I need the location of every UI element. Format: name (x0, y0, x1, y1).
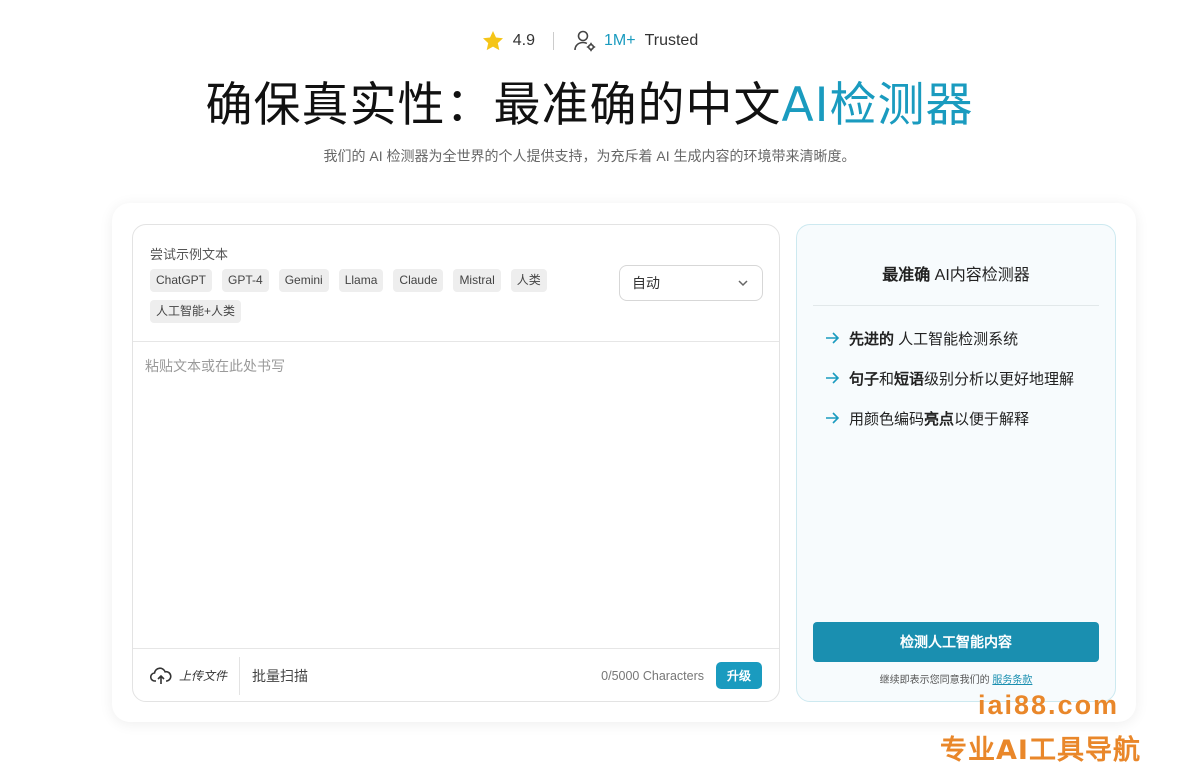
sample-text-label: 尝试示例文本 (150, 247, 229, 262)
feature-item: 句子和短语级别分析以更好地理解 (824, 368, 1074, 388)
feature-item: 用颜色编码亮点以便于解释 (824, 408, 1074, 428)
feature-text: 句子和短语级别分析以更好地理解 (849, 368, 1074, 389)
sidebar-title-rest: AI内容检测器 (930, 267, 1030, 284)
terms-text: 继续即表示您同意我们的 (879, 675, 990, 686)
sample-chip-llama[interactable]: Llama (338, 269, 384, 292)
page-subtitle: 我们的 AI 检测器为全世界的个人提供支持，为充斥着 AI 生成内容的环境带来清… (323, 148, 856, 164)
feature-rest: 和 (879, 370, 895, 388)
rating-score: 4.9 (512, 32, 535, 49)
trusted-label: Trusted (644, 32, 699, 49)
feature-rest: 人工智能检测系统 (894, 330, 1019, 348)
sample-chips: ChatGPT GPT-4 Gemini Llama Claude Mistra… (150, 269, 590, 323)
text-input[interactable] (133, 342, 779, 648)
feature-bold: 句子 (849, 370, 880, 388)
upgrade-button[interactable]: 升级 (715, 662, 762, 689)
feature-text: 用颜色编码亮点以便于解释 (849, 408, 1029, 429)
terms-notice: 继续即表示您同意我们的 服务条款 (797, 671, 1115, 686)
watermark-domain: iai88.com (978, 690, 1120, 720)
batch-scan-button[interactable]: 批量扫描 (252, 666, 308, 686)
sample-chip-chatgpt[interactable]: ChatGPT (150, 269, 213, 292)
info-sidebar: 最准确 AI内容检测器 先进的 人工智能检测系统 句子和短语级别分析以更好地理解… (796, 224, 1116, 702)
feature-bold: 亮点 (924, 410, 955, 428)
feature-rest: 以便于解释 (954, 410, 1030, 428)
character-count: 0/5000 Characters (601, 668, 704, 683)
watermark-slogan: 专业AI工具导航 (940, 735, 1141, 766)
user-gear-icon (572, 28, 598, 54)
rating-bar: 4.9 1M+ Trusted (0, 28, 1179, 54)
sample-chip-gpt4[interactable]: GPT-4 (222, 269, 269, 292)
feature-text: 先进的 人工智能检测系统 (849, 328, 1018, 349)
editor-footer: 上传文件 批量扫描 0/5000 Characters 升级 (133, 648, 779, 702)
sample-chip-gemini[interactable]: Gemini (278, 269, 329, 292)
sidebar-title: 最准确 AI内容检测器 (797, 261, 1115, 285)
arrow-right-icon (824, 410, 840, 426)
star-icon (481, 29, 505, 53)
feature-rest: 级别分析以更好地理解 (924, 370, 1075, 388)
sample-chip-claude[interactable]: Claude (393, 269, 444, 292)
cloud-upload-icon (150, 665, 172, 687)
feature-list: 先进的 人工智能检测系统 句子和短语级别分析以更好地理解 用颜色编码亮点以便于解… (824, 328, 1074, 448)
title-accent: AI检测器 (781, 78, 974, 133)
sample-chip-human[interactable]: 人类 (510, 269, 547, 292)
rating-separator (553, 32, 554, 50)
feature-bold: 短语 (894, 370, 925, 388)
arrow-right-icon (824, 330, 840, 346)
chevron-down-icon (736, 276, 750, 290)
footer-separator (239, 656, 241, 695)
sidebar-divider (813, 305, 1099, 306)
page-title: 确保真实性：最准确的中文AI检测器 (0, 66, 1179, 135)
detect-ai-content-button[interactable]: 检测人工智能内容 (813, 622, 1099, 662)
sample-chip-ai-human[interactable]: 人工智能+人类 (150, 300, 242, 323)
text-editor-panel: 尝试示例文本 ChatGPT GPT-4 Gemini Llama Claude… (132, 224, 780, 702)
upload-file-button[interactable]: 上传文件 (133, 649, 239, 702)
language-select[interactable]: 自动 (619, 265, 763, 301)
sidebar-title-bold: 最准确 (882, 267, 931, 284)
feature-rest: 用颜色编码 (849, 410, 925, 428)
user-count: 1M+ (604, 32, 636, 49)
feature-item: 先进的 人工智能检测系统 (824, 328, 1074, 348)
terms-of-service-link[interactable]: 服务条款 (992, 675, 1032, 686)
arrow-right-icon (824, 370, 840, 386)
sample-chip-mistral[interactable]: Mistral (453, 269, 501, 292)
language-select-value: 自动 (632, 275, 660, 291)
upload-file-label: 上传文件 (179, 669, 228, 683)
title-main: 确保真实性：最准确的中文 (205, 78, 782, 133)
feature-bold: 先进的 (849, 330, 895, 348)
